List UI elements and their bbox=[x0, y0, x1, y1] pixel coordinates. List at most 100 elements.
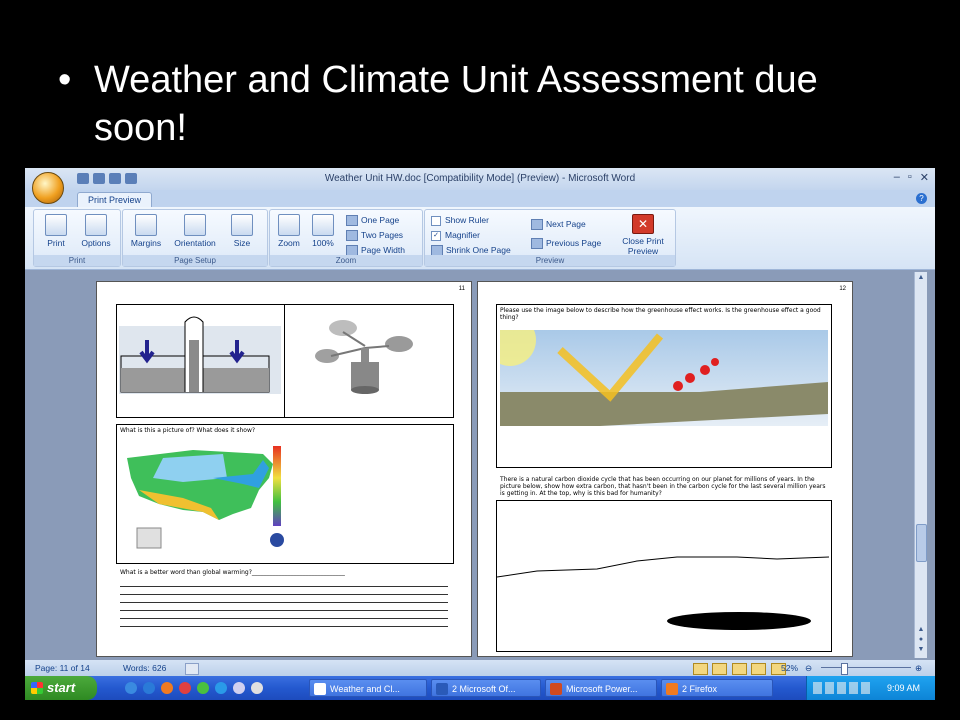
vertical-scrollbar[interactable]: ▲ ▲ ● ▼ bbox=[914, 272, 927, 658]
greenhouse-effect-image bbox=[500, 330, 828, 426]
question-map: What is this a picture of? What does it … bbox=[120, 427, 256, 434]
two-pages-button[interactable]: Two Pages bbox=[346, 230, 403, 242]
anemometer-image bbox=[303, 312, 433, 397]
two-pages-icon bbox=[346, 230, 358, 242]
options-icon bbox=[85, 214, 107, 236]
windows-logo-icon bbox=[31, 682, 43, 694]
zoom-slider-handle[interactable] bbox=[841, 663, 848, 675]
page-number: 11 bbox=[458, 286, 465, 292]
office-icon bbox=[436, 683, 448, 695]
spelling-check-icon[interactable] bbox=[185, 663, 199, 675]
scroll-up-icon[interactable]: ▲ bbox=[915, 274, 927, 284]
zoom-out-icon[interactable]: ⊖ bbox=[805, 660, 812, 676]
bullet-dot: • bbox=[58, 59, 72, 101]
ribbon-tabs: Print Preview ? bbox=[25, 190, 935, 208]
media-icon[interactable] bbox=[179, 682, 191, 694]
taskbar-item-word[interactable]: Weather and Cl... bbox=[309, 679, 427, 697]
group-label-zoom: Zoom bbox=[270, 255, 422, 266]
print-button[interactable]: Print bbox=[38, 214, 74, 248]
taskbar-item-firefox[interactable]: 2 Firefox bbox=[661, 679, 773, 697]
orientation-button[interactable]: Orientation bbox=[167, 214, 223, 248]
word-count-status[interactable]: Words: 626 bbox=[123, 660, 166, 676]
quick-launch bbox=[125, 682, 263, 694]
page-number: 12 bbox=[839, 286, 846, 292]
zoom-slider[interactable] bbox=[821, 667, 911, 668]
next-page-button[interactable]: Next Page bbox=[531, 219, 586, 231]
document-page-11[interactable]: 11 What is this a picture of? What does … bbox=[96, 281, 472, 657]
desktop-icon[interactable] bbox=[125, 682, 137, 694]
outline-view-icon[interactable] bbox=[751, 662, 767, 675]
ribbon: Print Options Print Margins Orientation … bbox=[25, 207, 935, 270]
zoom-button[interactable]: Zoom bbox=[274, 214, 304, 248]
tab-print-preview[interactable]: Print Preview bbox=[77, 192, 153, 208]
answer-line bbox=[120, 602, 448, 603]
taskbar-item-office[interactable]: 2 Microsoft Of... bbox=[431, 679, 541, 697]
group-preview: Show Ruler ✓ Magnifier Shrink One Page Ne… bbox=[424, 209, 676, 267]
firefox-icon[interactable] bbox=[161, 682, 173, 694]
program-icon[interactable] bbox=[251, 682, 263, 694]
group-print: Print Options Print bbox=[33, 209, 121, 267]
clock[interactable]: 9:09 AM bbox=[887, 676, 920, 700]
one-page-icon bbox=[346, 215, 358, 227]
zoom-100-button[interactable]: 100% bbox=[308, 214, 338, 248]
internet-explorer-icon[interactable] bbox=[143, 682, 155, 694]
print-layout-view-icon[interactable] bbox=[693, 662, 708, 675]
barometer-diagram bbox=[119, 316, 281, 394]
scroll-thumb[interactable] bbox=[916, 524, 927, 562]
size-button[interactable]: Size bbox=[227, 214, 257, 248]
show-ruler-checkbox[interactable]: Show Ruler bbox=[431, 215, 489, 226]
preview-workspace[interactable]: 11 What is this a picture of? What does … bbox=[25, 270, 910, 660]
answer-line bbox=[120, 610, 448, 611]
document-page-12[interactable]: 12 Please use the image below to describ… bbox=[477, 281, 853, 657]
next-page-arrow-icon[interactable]: ▼ bbox=[915, 646, 927, 656]
view-buttons bbox=[693, 660, 788, 676]
group-label-page-setup: Page Setup bbox=[123, 255, 267, 266]
window-controls: – ▫ ✕ bbox=[894, 171, 929, 184]
group-label-preview: Preview bbox=[425, 255, 675, 266]
firefox-icon bbox=[666, 683, 678, 695]
system-tray: 9:09 AM bbox=[806, 676, 935, 700]
page-count-status[interactable]: Page: 11 of 14 bbox=[35, 660, 90, 676]
slide-heading: Weather and Climate Unit Assessment due … bbox=[94, 59, 818, 149]
previous-page-button[interactable]: Previous Page bbox=[531, 238, 601, 250]
group-zoom: Zoom 100% One Page Two Pages Page Width … bbox=[269, 209, 423, 267]
margins-button[interactable]: Margins bbox=[126, 214, 166, 248]
zoom-level[interactable]: 52% bbox=[781, 660, 798, 676]
group-page-setup: Margins Orientation Size Page Setup bbox=[122, 209, 268, 267]
previous-page-arrow-icon[interactable]: ▲ bbox=[915, 626, 927, 636]
help-icon[interactable]: ? bbox=[916, 193, 927, 204]
web-layout-view-icon[interactable] bbox=[731, 662, 747, 675]
minimize-button[interactable]: – bbox=[894, 171, 900, 184]
magnifier-icon bbox=[278, 214, 300, 236]
title-bar: Weather Unit HW.doc [Compatibility Mode]… bbox=[25, 168, 935, 190]
program-icon[interactable] bbox=[233, 682, 245, 694]
word-doc-icon bbox=[314, 683, 326, 695]
ie-icon[interactable] bbox=[215, 682, 227, 694]
question-carbon-cycle: There is a natural carbon dioxide cycle … bbox=[500, 476, 826, 497]
browse-object-icon[interactable]: ● bbox=[915, 636, 927, 646]
windows-taskbar: start Weather and Cl... 2 Microsoft Of..… bbox=[25, 676, 935, 700]
word-window-screenshot: Weather Unit HW.doc [Compatibility Mode]… bbox=[25, 168, 935, 700]
options-button[interactable]: Options bbox=[76, 214, 116, 248]
one-page-button[interactable]: One Page bbox=[346, 215, 399, 227]
orientation-icon bbox=[184, 214, 206, 236]
close-preview-icon: ✕ bbox=[632, 214, 654, 234]
answer-line bbox=[120, 586, 448, 587]
office-button[interactable] bbox=[32, 172, 64, 204]
restore-button[interactable]: ▫ bbox=[908, 171, 912, 184]
taskbar-item-powerpoint[interactable]: Microsoft Power... bbox=[545, 679, 657, 697]
tray-icons[interactable] bbox=[813, 682, 873, 694]
close-print-preview-button[interactable]: ✕ Close Print Preview bbox=[615, 214, 671, 256]
previous-page-icon bbox=[531, 238, 543, 250]
close-button[interactable]: ✕ bbox=[920, 171, 929, 184]
page-100-icon bbox=[312, 214, 334, 236]
start-button[interactable]: start bbox=[25, 676, 97, 700]
status-bar: Page: 11 of 14 Words: 626 52% ⊖ ⊕ bbox=[25, 660, 935, 676]
answer-line bbox=[120, 618, 448, 619]
answer-line bbox=[120, 626, 448, 627]
full-screen-view-icon[interactable] bbox=[712, 662, 728, 675]
next-page-icon bbox=[531, 219, 543, 231]
app-icon[interactable] bbox=[197, 682, 209, 694]
zoom-in-icon[interactable]: ⊕ bbox=[915, 660, 922, 676]
magnifier-checkbox[interactable]: ✓ Magnifier bbox=[431, 230, 480, 241]
